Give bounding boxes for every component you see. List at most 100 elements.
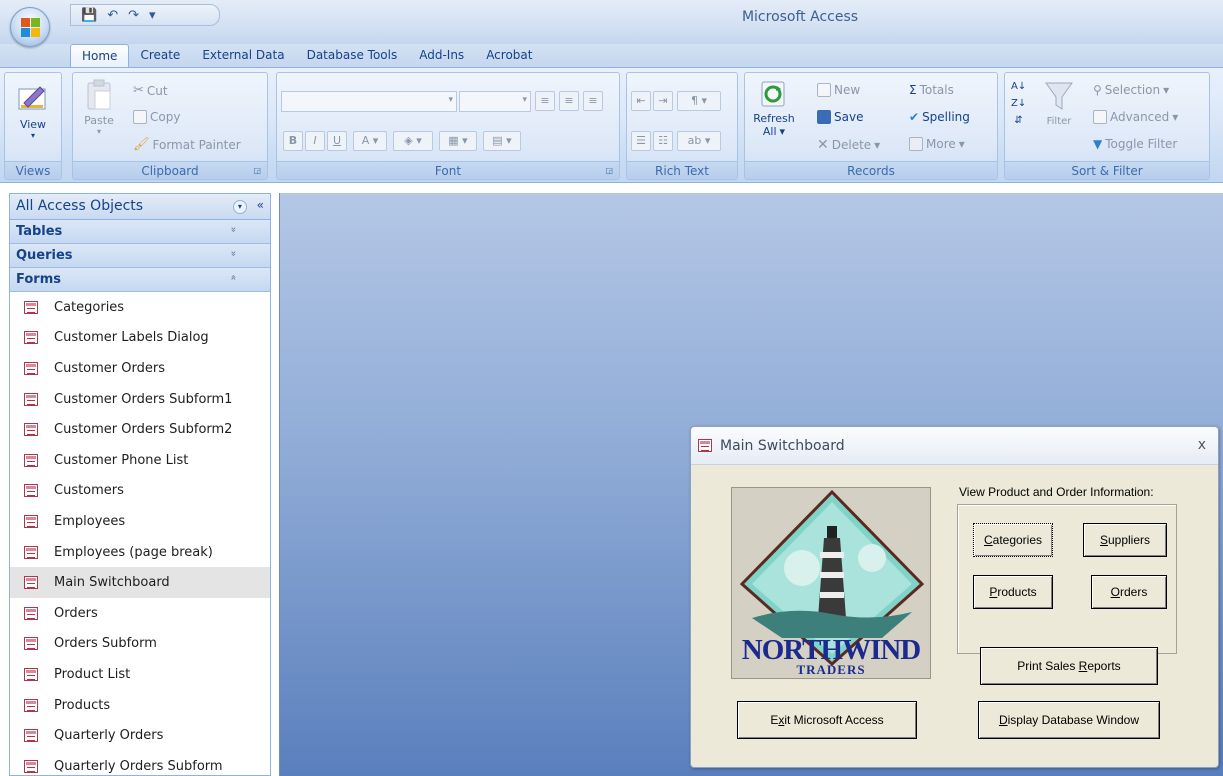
nav-item-customer-orders-subform2[interactable]: Customer Orders Subform2	[10, 414, 270, 445]
save-record-icon	[817, 110, 831, 124]
italic-button[interactable]: I	[305, 131, 325, 151]
font-name-select[interactable]: ▾	[281, 91, 457, 112]
nav-category-forms[interactable]: Forms «	[10, 268, 270, 292]
paste-label: Paste	[84, 114, 114, 127]
nav-menu-icon[interactable]: ▾	[232, 200, 247, 214]
sort-ascending-icon[interactable]: A↓	[1011, 81, 1026, 92]
nav-category-tables[interactable]: Tables»	[10, 220, 270, 244]
tab-database-tools[interactable]: Database Tools	[296, 44, 409, 68]
nav-item-customers[interactable]: Customers	[10, 476, 270, 507]
advanced-icon	[1093, 110, 1107, 124]
alt-fill-icon[interactable]: ▤ ▾	[483, 131, 521, 151]
paragraph-direction-icon[interactable]: ¶ ▾	[677, 91, 721, 111]
northwind-logo: NORTHWIND TRADERS	[731, 487, 931, 679]
tab-home[interactable]: Home	[70, 44, 130, 68]
nav-item-quarterly-orders[interactable]: Quarterly Orders	[10, 720, 270, 751]
customize-qat-icon[interactable]: ▾	[149, 9, 156, 22]
bullets-icon[interactable]: ☷	[653, 131, 673, 151]
save-record-button[interactable]: Save	[817, 110, 863, 124]
nav-item-employees[interactable]: Employees	[10, 506, 270, 537]
tab-acrobat[interactable]: Acrobat	[475, 44, 543, 68]
refresh-all-button[interactable]: Refresh All ▾	[749, 79, 799, 163]
nav-pane-header[interactable]: All Access Objects ▾ «	[10, 194, 270, 220]
print-sales-reports-button[interactable]: Print Sales Reports	[980, 647, 1158, 685]
sort-descending-icon[interactable]: Z↓	[1011, 98, 1026, 109]
selection-button[interactable]: ⚲ Selection ▾	[1093, 83, 1169, 97]
rich-text-group-label: Rich Text	[627, 161, 737, 179]
form-icon	[24, 667, 38, 681]
numbering-icon[interactable]: ☰	[631, 131, 651, 151]
nav-item-main-switchboard[interactable]: Main Switchboard	[10, 567, 270, 598]
more-button[interactable]: More ▾	[909, 137, 965, 151]
font-size-select[interactable]: ▾	[459, 91, 531, 112]
paste-icon	[87, 79, 111, 110]
views-group: View ▾ Views	[4, 72, 62, 180]
save-icon[interactable]: 💾	[81, 9, 97, 22]
nav-item-customer-phone-list[interactable]: Customer Phone List	[10, 445, 270, 476]
nav-item-quarterly-orders-subform[interactable]: Quarterly Orders Subform	[10, 751, 270, 775]
align-right-icon[interactable]: ≡	[583, 91, 603, 111]
clear-sort-icon[interactable]: ⇵	[1014, 115, 1022, 126]
sigma-icon: Σ	[909, 83, 917, 97]
navigation-pane: All Access Objects ▾ « Tables» Queries» …	[9, 193, 271, 776]
office-button[interactable]	[10, 7, 50, 47]
display-database-window-button[interactable]: Display Database Window	[978, 701, 1160, 739]
tab-add-ins[interactable]: Add-Ins	[408, 44, 475, 68]
categories-button[interactable]: Categories	[973, 523, 1053, 557]
increase-indent-icon[interactable]: ⇥	[653, 91, 673, 111]
nav-item-orders[interactable]: Orders	[10, 598, 270, 629]
font-color-icon[interactable]: A ▾	[353, 131, 387, 151]
font-group-label: Font ◲	[277, 161, 619, 179]
copy-button[interactable]: Copy	[133, 110, 180, 124]
totals-button[interactable]: Σ Totals	[909, 83, 954, 97]
nav-item-products[interactable]: Products	[10, 690, 270, 721]
cut-button[interactable]: ✂ Cut	[133, 83, 168, 98]
nav-item-customer-orders[interactable]: Customer Orders	[10, 353, 270, 384]
delete-record-button[interactable]: ✕ Delete ▾	[817, 137, 880, 153]
nav-item-employees-page-break[interactable]: Employees (page break)	[10, 537, 270, 568]
highlight-icon[interactable]: ab ▾	[677, 131, 721, 151]
nav-item-customer-orders-subform1[interactable]: Customer Orders Subform1	[10, 384, 270, 415]
form-icon	[24, 729, 38, 743]
align-left-icon[interactable]: ≡	[535, 91, 555, 111]
view-label: View	[19, 118, 47, 131]
advanced-button[interactable]: Advanced ▾	[1093, 110, 1178, 124]
nav-item-customer-labels-dialog[interactable]: Customer Labels Dialog	[10, 323, 270, 354]
exit-microsoft-access-button[interactable]: Ex it Microsoft Access	[737, 701, 917, 739]
gridlines-icon[interactable]: ▦ ▾	[439, 131, 477, 151]
dialog-launcher-icon[interactable]: ◲	[605, 162, 613, 180]
switchboard-title-bar[interactable]: Main Switchboard x	[691, 427, 1218, 465]
shutter-bar-close-icon[interactable]: «	[257, 198, 264, 212]
paste-button[interactable]: Paste ▾	[81, 79, 117, 159]
new-record-button[interactable]: New	[817, 83, 860, 97]
close-icon[interactable]: x	[1198, 437, 1206, 453]
spelling-button[interactable]: ✔ Spelling	[909, 110, 970, 124]
redo-icon[interactable]: ↷	[128, 9, 139, 22]
orders-button[interactable]: Orders	[1091, 575, 1167, 609]
form-icon	[698, 439, 712, 452]
products-button[interactable]: Products	[973, 575, 1053, 609]
tab-external-data[interactable]: External Data	[191, 44, 295, 68]
suppliers-button[interactable]: Suppliers	[1083, 523, 1167, 557]
tab-create[interactable]: Create	[129, 44, 191, 68]
form-icon	[24, 484, 38, 498]
form-icon	[24, 423, 38, 437]
format-painter-button[interactable]: 🖌 Format Painter	[133, 137, 241, 152]
view-button[interactable]: View ▾	[11, 77, 55, 157]
fill-color-icon[interactable]: ◈ ▾	[393, 131, 433, 151]
delete-icon: ✕	[817, 137, 829, 153]
underline-button[interactable]: U	[327, 131, 347, 151]
toggle-filter-button[interactable]: ▼ Toggle Filter	[1093, 137, 1177, 151]
align-center-icon[interactable]: ≡	[559, 91, 579, 111]
main-switchboard-window: Main Switchboard x NORTHWIND TRADERS Vie…	[690, 426, 1219, 768]
bold-button[interactable]: B	[283, 131, 303, 151]
more-icon	[909, 137, 923, 151]
nav-item-categories[interactable]: Categories	[10, 292, 270, 323]
dialog-launcher-icon[interactable]: ◲	[253, 162, 261, 180]
decrease-indent-icon[interactable]: ⇤	[631, 91, 651, 111]
filter-button[interactable]: Filter	[1039, 79, 1079, 159]
nav-category-queries[interactable]: Queries»	[10, 244, 270, 268]
nav-item-orders-subform[interactable]: Orders Subform	[10, 629, 270, 660]
nav-item-product-list[interactable]: Product List	[10, 659, 270, 690]
undo-icon[interactable]: ↶	[107, 9, 118, 22]
